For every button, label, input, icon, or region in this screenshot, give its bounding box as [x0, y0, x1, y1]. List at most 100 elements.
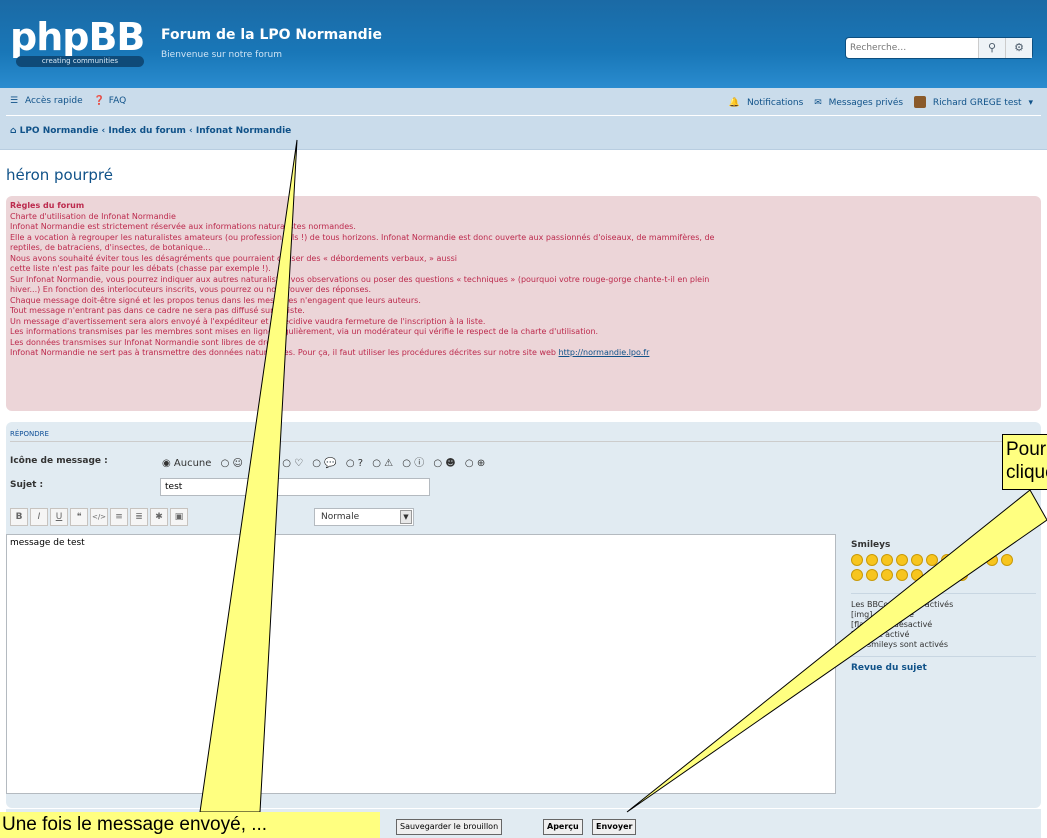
- smiley-icon[interactable]: [881, 554, 893, 566]
- smileys-title: Smileys: [851, 540, 891, 550]
- search-icon[interactable]: ⚲: [978, 38, 1005, 58]
- smiley-icon[interactable]: [956, 569, 968, 581]
- bbcode-status: Les BBCodes sont activés [img] est activ…: [851, 593, 1036, 650]
- rules-line: Les données transmises sur Infonat Norma…: [10, 337, 280, 347]
- search-input[interactable]: [846, 38, 978, 58]
- subject-field[interactable]: [160, 478, 430, 496]
- rules-line: Nous avons souhaité éviter tous les désa…: [10, 253, 458, 263]
- smiley-icon[interactable]: [866, 554, 878, 566]
- icon-option-6[interactable]: ○ ⚠: [372, 458, 393, 469]
- notifications-link[interactable]: 🔔 Notifications: [729, 98, 807, 108]
- faq-link[interactable]: ❓ FAQ: [94, 96, 131, 106]
- submit-button[interactable]: Envoyer: [592, 819, 637, 835]
- icon-option-5[interactable]: ○ ?: [346, 458, 363, 469]
- ordered-list-button[interactable]: ≣: [130, 508, 148, 526]
- icon-option-9[interactable]: ○ ⊕: [465, 458, 485, 469]
- bbcode-toolbar: B I U ❝ </> ≡ ≣ ✱ ▣: [10, 508, 190, 530]
- rules-line: Sur Infonat Normandie, vous pourrez indi…: [10, 274, 710, 284]
- italic-button[interactable]: I: [30, 508, 48, 526]
- smiley-icon[interactable]: [896, 569, 908, 581]
- lpo-website-link[interactable]: http://normandie.lpo.fr: [559, 348, 650, 357]
- caret-down-icon: ▾: [1028, 97, 1033, 108]
- rules-line: cette liste n'est pas faite pour les déb…: [10, 264, 271, 273]
- list-button[interactable]: ≡: [110, 508, 128, 526]
- phpbb-logo[interactable]: phpBB creating communities: [10, 18, 150, 70]
- user-menu[interactable]: Richard GREGE test ▾: [913, 96, 1037, 108]
- message-textarea[interactable]: message de test: [6, 534, 836, 794]
- list-item-button[interactable]: ✱: [150, 508, 168, 526]
- rules-line: Chaque message doit-être signé et les pr…: [10, 295, 421, 305]
- notifications-label: Notifications: [746, 97, 804, 108]
- image-button[interactable]: ▣: [170, 508, 188, 526]
- icon-option-none[interactable]: ◉ Aucune: [162, 458, 211, 469]
- save-draft-button[interactable]: Sauvegarder le brouillon: [396, 819, 503, 835]
- smiley-icon[interactable]: [851, 554, 863, 566]
- font-size-select[interactable]: Normale ▼: [314, 508, 414, 526]
- icon-option-2[interactable]: ○ ☢: [252, 458, 273, 469]
- rules-line: Elle a vocation à regrouper les naturali…: [10, 232, 715, 242]
- icon-label: Icône de message :: [10, 456, 108, 466]
- smiley-icon[interactable]: [986, 554, 998, 566]
- menu-icon: ☰: [10, 96, 19, 106]
- smiley-icon[interactable]: [851, 569, 863, 581]
- rules-line: Tout message n'entrant pas dans ce cadre…: [10, 306, 305, 315]
- rules-line: Un message d'avertissement sera alors en…: [10, 316, 486, 326]
- username: Richard GREGE test: [932, 97, 1022, 108]
- smiley-icon[interactable]: [881, 569, 893, 581]
- icon-option-7[interactable]: ○ ⓘ: [402, 454, 424, 469]
- preview-button[interactable]: Aperçu: [543, 819, 583, 835]
- forum-rules-panel: Règles du forum Charte d'utilisation de …: [6, 196, 1041, 411]
- smiley-icon[interactable]: [896, 554, 908, 566]
- reply-heading: RÉPONDRE: [10, 430, 1036, 442]
- icon-option-4[interactable]: ○ 💬: [312, 458, 336, 469]
- smiley-icon[interactable]: [911, 554, 923, 566]
- icon-option-8[interactable]: ○ ☻: [433, 458, 455, 469]
- breadcrumb-lpo-normandie[interactable]: LPO Normandie: [20, 126, 99, 136]
- private-messages-link[interactable]: ✉ Messages privés: [814, 98, 907, 108]
- navbar: ☰ Accès rapide ❓ FAQ 🔔 Notifications ✉ Me…: [0, 88, 1047, 150]
- smiley-icon[interactable]: [926, 569, 938, 581]
- nav-divider: [6, 115, 1041, 116]
- site-header: phpBB creating communities Forum de la L…: [0, 0, 1047, 88]
- right-callout-line: cliquer: [1006, 462, 1047, 483]
- private-messages-label: Messages privés: [828, 97, 904, 108]
- smiley-icon[interactable]: [1001, 554, 1013, 566]
- bbcode-status-line: Les smileys sont activés: [851, 640, 949, 649]
- breadcrumb-forum-index[interactable]: Index du forum: [108, 126, 186, 136]
- smiley-icon[interactable]: [941, 554, 953, 566]
- rules-last-line-text: Infonat Normandie ne sert pas à transmet…: [10, 348, 556, 357]
- breadcrumb-infonat-normandie[interactable]: Infonat Normandie: [196, 126, 291, 136]
- right-callout-line: Pour: [1006, 439, 1047, 460]
- smiley-grid: [851, 553, 1021, 583]
- bbcode-status-line: [img] est activé: [851, 610, 914, 619]
- topic-review-link[interactable]: Revue du sujet: [851, 656, 1036, 673]
- quick-links-menu[interactable]: ☰ Accès rapide: [10, 96, 87, 106]
- icon-option-3[interactable]: ○ ♡: [282, 458, 303, 469]
- rules-line: hiver...) En fonction des interlocuteurs…: [10, 285, 372, 294]
- breadcrumb: ⌂ LPO Normandie ‹ Index du forum ‹ Infon…: [10, 126, 292, 136]
- smiley-icon[interactable]: [911, 569, 923, 581]
- gear-icon[interactable]: ⚙: [1005, 38, 1032, 58]
- quote-button[interactable]: ❝: [70, 508, 88, 526]
- smiley-icon[interactable]: [971, 554, 983, 566]
- smiley-icon[interactable]: [941, 569, 953, 581]
- topic-title[interactable]: héron pourpré: [6, 166, 113, 184]
- logo-text: phpBB: [10, 15, 145, 59]
- inbox-icon: ✉: [814, 97, 822, 108]
- rules-title: Règles du forum: [10, 201, 85, 210]
- editor-side-panel: Smileys Les BBCodes sont activés [img] e…: [851, 540, 1036, 673]
- code-button[interactable]: </>: [90, 508, 108, 526]
- smiley-icon[interactable]: [926, 554, 938, 566]
- logo-tagline: creating communities: [16, 56, 144, 67]
- left-callout-text: Une fois le message envoyé, ...: [0, 812, 380, 838]
- icon-option-1[interactable]: ○ ☺: [221, 458, 243, 469]
- smiley-icon[interactable]: [956, 554, 968, 566]
- smiley-icon[interactable]: [866, 569, 878, 581]
- faq-label: FAQ: [108, 96, 127, 106]
- bbcode-status-line: [flash] est désactivé: [851, 620, 933, 629]
- underline-button[interactable]: U: [50, 508, 68, 526]
- right-callout-box: Pour cliquer: [1002, 434, 1047, 490]
- site-description: Bienvenue sur notre forum: [161, 50, 283, 60]
- bold-button[interactable]: B: [10, 508, 28, 526]
- radio-selected-icon: ◉: [162, 458, 171, 469]
